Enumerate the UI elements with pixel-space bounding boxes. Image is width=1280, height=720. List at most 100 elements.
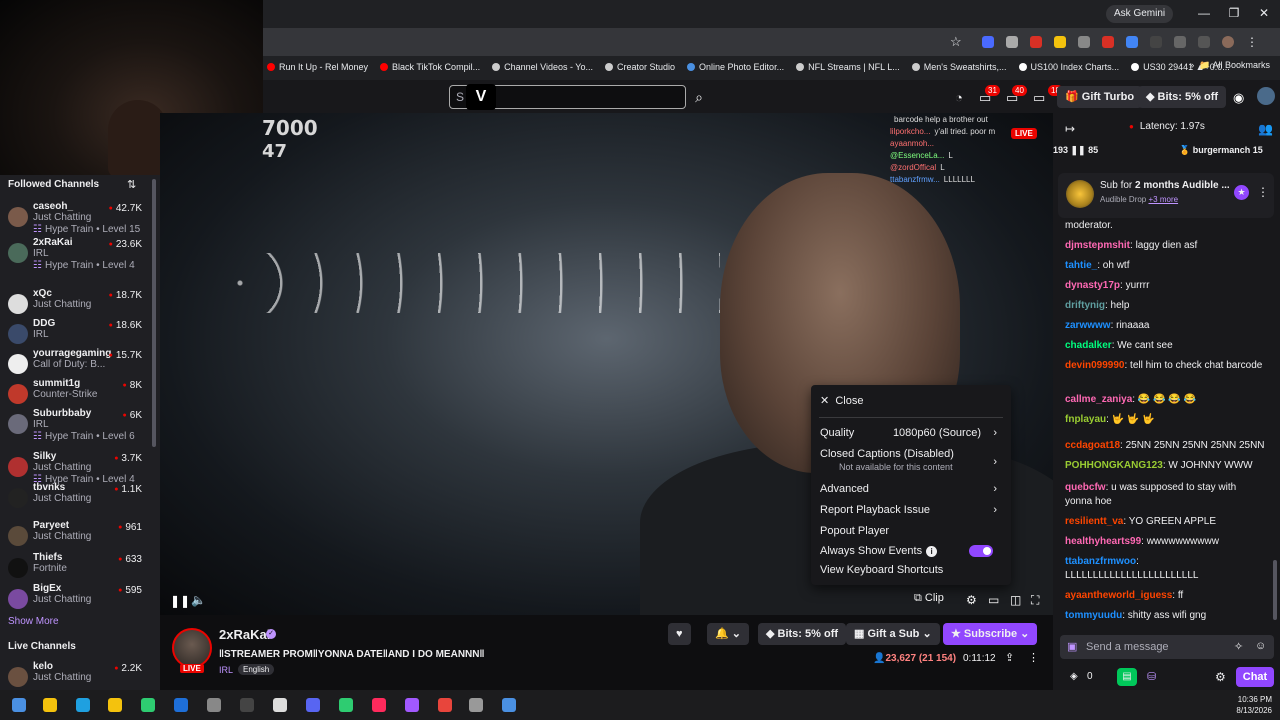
closed-captions-setting[interactable]: Closed Captions (Disabled) Not available… xyxy=(820,448,1003,472)
prime-crown-icon[interactable]: ◔ xyxy=(955,90,963,105)
share-icon[interactable]: ⇪ xyxy=(1005,651,1014,664)
sidebar-item-tbvnks[interactable]: tbvnksJust Chatting 1.1K xyxy=(0,482,150,518)
notification-icon[interactable]: ◉ xyxy=(1233,90,1244,106)
notifications-bell-button[interactable]: 🔔 ⌄ xyxy=(707,623,749,645)
chat-username[interactable]: fnplayau xyxy=(1065,414,1106,425)
chat-effects-icon[interactable]: ✧ xyxy=(1234,640,1243,653)
emote-picker-icon[interactable]: ☺ xyxy=(1255,640,1266,652)
chat-username[interactable]: zarwwww xyxy=(1065,320,1111,331)
chat-username[interactable]: healthyhearts99 xyxy=(1065,536,1141,547)
extension-icon[interactable] xyxy=(1126,36,1138,48)
chat-username[interactable]: callme_zaniya xyxy=(1065,394,1132,405)
chat-username[interactable]: djmstepmshit xyxy=(1065,240,1130,251)
volume-icon[interactable]: 🔈 xyxy=(191,593,206,607)
taskbar-app-icon[interactable] xyxy=(174,698,188,712)
pause-icon[interactable]: ❚❚ xyxy=(170,594,190,608)
info-icon[interactable]: i xyxy=(926,546,938,557)
community-icon[interactable]: 👥 xyxy=(1258,122,1273,136)
report-playback-issue[interactable]: Report Playback Issue › xyxy=(820,504,1003,516)
extension-icon[interactable] xyxy=(1006,36,1018,48)
bits-promo-button[interactable]: ◆ Bits: 5% off xyxy=(1138,86,1227,108)
sidebar-item-suburbbaby[interactable]: SuburbbabyIRL 6K Hype Train • Level 6 xyxy=(0,408,150,444)
taskbar-app-icon[interactable] xyxy=(141,698,155,712)
extension-icon[interactable] xyxy=(1030,36,1042,48)
taskbar-app-icon[interactable] xyxy=(12,698,26,712)
taskbar-app-icon[interactable] xyxy=(43,698,57,712)
chat-settings-gear-icon[interactable]: ⚙ xyxy=(1215,670,1226,684)
bookmark[interactable]: Online Photo Editor... xyxy=(687,62,784,72)
clip-button[interactable]: ⧉ Clip xyxy=(914,592,944,605)
chat-send-button[interactable]: Chat xyxy=(1236,667,1274,687)
popout-player[interactable]: Popout Player xyxy=(820,525,1003,537)
bookmark[interactable]: Creator Studio xyxy=(604,62,675,72)
taskbar-app-icon[interactable] xyxy=(306,698,320,712)
search-icon[interactable]: ⌕ xyxy=(688,85,710,109)
taskbar-app-icon[interactable] xyxy=(438,698,452,712)
taskbar-app-icon[interactable] xyxy=(405,698,419,712)
close-window-button[interactable]: ✕ xyxy=(1254,6,1274,20)
drop-more-link[interactable]: +3 more xyxy=(1148,195,1178,204)
chat-username[interactable]: dynasty17p xyxy=(1065,280,1120,291)
taskbar-app-icon[interactable] xyxy=(273,698,287,712)
taskbar-app-icon[interactable] xyxy=(108,698,122,712)
sidebar-item-bigex[interactable]: BigExJust Chatting 595 xyxy=(0,583,150,619)
collapse-chat-icon[interactable]: ↦ xyxy=(1065,122,1075,136)
settings-gear-icon[interactable]: ⚙ xyxy=(966,593,977,607)
bookmark[interactable]: Run It Up - Rel Money xyxy=(267,62,368,72)
taskbar-app-icon[interactable] xyxy=(502,698,516,712)
chat-scrollbar[interactable] xyxy=(1273,560,1277,620)
quality-setting[interactable]: Quality 1080p60 (Source) › xyxy=(820,427,1003,439)
sidebar-scrollbar[interactable] xyxy=(152,179,156,447)
follow-heart-button[interactable]: ♥ xyxy=(668,623,691,645)
menu-icon[interactable]: ⋮ xyxy=(1246,36,1258,48)
maximize-button[interactable]: ❐ xyxy=(1224,6,1244,20)
taskbar-app-icon[interactable] xyxy=(240,698,254,712)
chat-username[interactable]: chadalker xyxy=(1065,340,1112,351)
show-more-link[interactable]: Show More xyxy=(8,616,59,627)
language-tag[interactable]: English xyxy=(238,664,275,675)
streamer-name[interactable]: 2xRaKai xyxy=(219,627,270,642)
extension-icon[interactable] xyxy=(1174,36,1186,48)
extension-icon[interactable] xyxy=(982,36,994,48)
more-options-icon[interactable]: ⋮ xyxy=(1028,651,1039,664)
channel-points-icon[interactable]: ◈ xyxy=(1070,671,1078,682)
ask-gemini-button[interactable]: Ask Gemini xyxy=(1106,5,1174,23)
all-bookmarks[interactable]: » 📁 All Bookmarks xyxy=(1189,60,1270,71)
bookmark-star-icon[interactable]: ☆ xyxy=(950,34,962,50)
chat-username[interactable]: tommyuudu xyxy=(1065,610,1122,621)
bits-icon[interactable]: ⛁ xyxy=(1147,670,1156,683)
taskbar-app-icon[interactable] xyxy=(339,698,353,712)
chat-username[interactable]: POHHONGKANG123 xyxy=(1065,460,1163,471)
advanced-setting[interactable]: Advanced › xyxy=(820,483,1003,495)
extension-icon[interactable] xyxy=(1078,36,1090,48)
taskbar-app-icon[interactable] xyxy=(469,698,483,712)
sidebar-item-caseoh_[interactable]: caseoh_Just Chatting 42.7K Hype Train • Le… xyxy=(0,201,150,237)
gift-sub-button[interactable]: ▦ Gift a Sub ⌄ xyxy=(846,623,940,645)
chat-username[interactable]: quebcfw xyxy=(1065,482,1106,493)
chat-username[interactable]: resilientt_va xyxy=(1065,516,1123,527)
view-keyboard-shortcuts[interactable]: View Keyboard Shortcuts xyxy=(820,564,1003,576)
extension-icon[interactable] xyxy=(1198,36,1210,48)
drop-star-icon[interactable]: ★ xyxy=(1234,185,1249,200)
chat-username[interactable]: ttabanzfrmwoo xyxy=(1065,556,1136,567)
chat-username[interactable]: ccdagoat18 xyxy=(1065,440,1120,451)
menu-close-button[interactable]: ✕ Close xyxy=(820,394,863,407)
sidebar-item-kelo[interactable]: kelo Just Chatting 2.2K xyxy=(0,661,150,690)
extension-icon[interactable] xyxy=(1102,36,1114,48)
gift-turbo-button[interactable]: 🎁 Gift Turbo xyxy=(1057,86,1143,108)
taskbar-app-icon[interactable] xyxy=(372,698,386,712)
profile-avatar[interactable] xyxy=(1222,36,1234,48)
bookmark[interactable]: Black TikTok Compil... xyxy=(380,62,480,72)
fullscreen-icon[interactable]: ⛶ xyxy=(1031,593,1039,608)
bookmark[interactable]: Men's Sweatshirts,... xyxy=(911,62,1007,72)
notifications-icon[interactable]: ▭ xyxy=(1033,90,1045,106)
prediction-icon[interactable]: ▤ xyxy=(1117,668,1137,686)
chat-username[interactable]: ayaantheworld_iguess xyxy=(1065,590,1172,601)
extension-icon[interactable] xyxy=(1150,36,1162,48)
extension-icon[interactable] xyxy=(1054,36,1066,48)
bits-button[interactable]: ◆ Bits: 5% off xyxy=(758,623,847,645)
bookmark[interactable]: NFL Streams | NFL L... xyxy=(796,62,900,72)
drop-more-icon[interactable]: ⋮ xyxy=(1257,185,1269,199)
user-avatar[interactable] xyxy=(1257,87,1275,105)
chat-username[interactable]: devin099990 xyxy=(1065,360,1125,371)
